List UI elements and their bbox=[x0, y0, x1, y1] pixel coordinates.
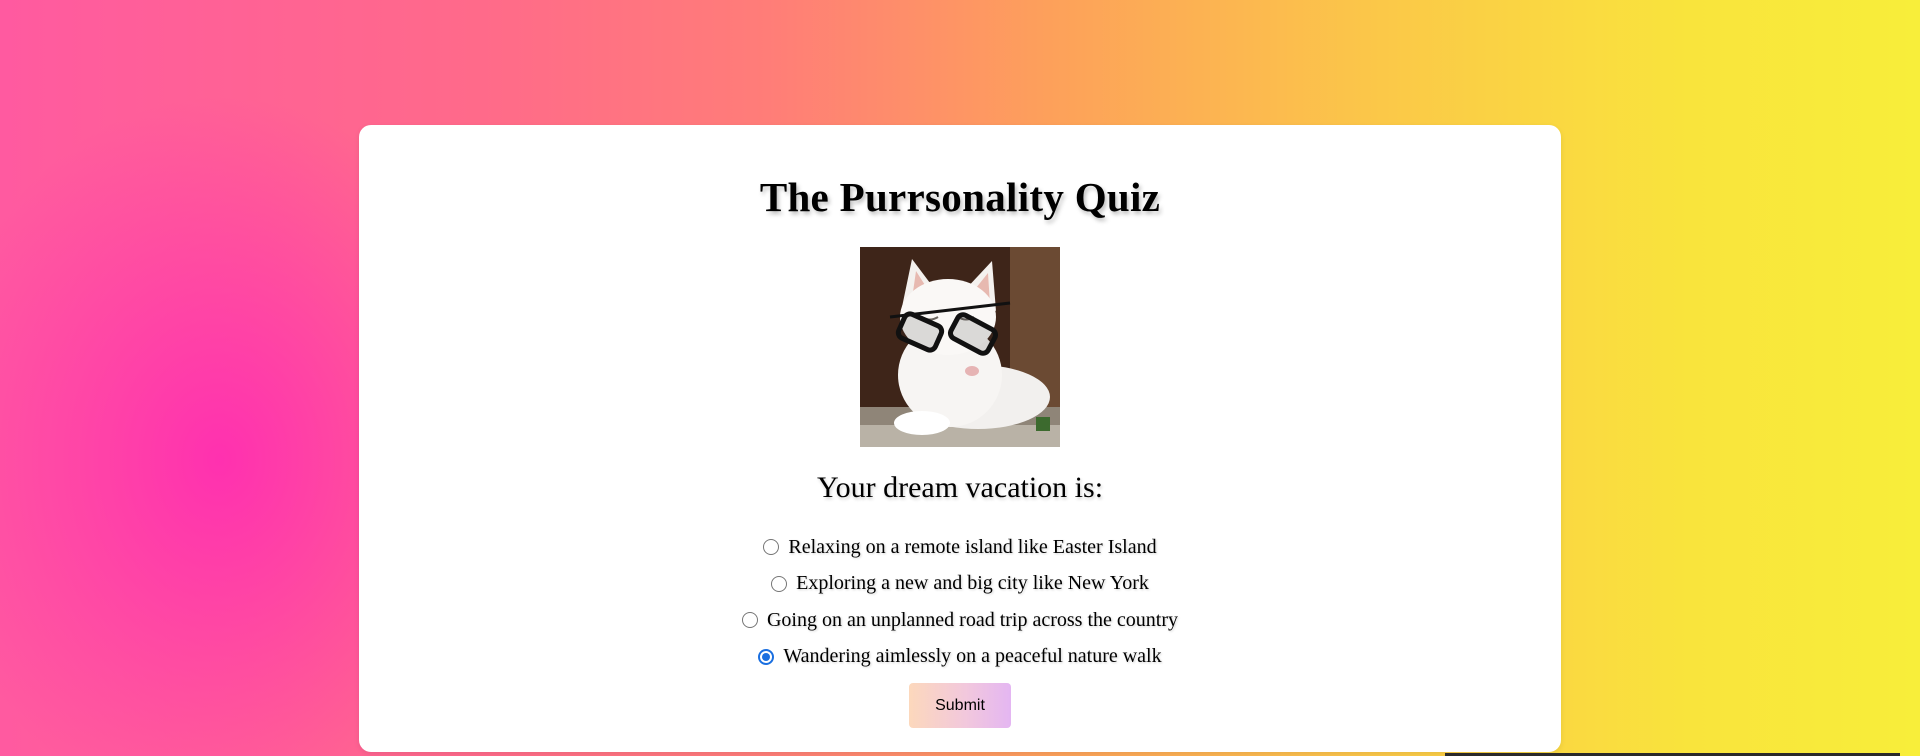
cat-with-glasses-picture bbox=[860, 247, 1060, 447]
submit-button[interactable]: Submit bbox=[909, 683, 1011, 728]
option-label: Relaxing on a remote island like Easter … bbox=[788, 535, 1157, 558]
option-new-york[interactable]: Exploring a new and big city like New Yo… bbox=[359, 566, 1561, 603]
option-label: Wandering aimlessly on a peaceful nature… bbox=[783, 645, 1162, 668]
radio-button[interactable] bbox=[763, 539, 780, 556]
option-label: Exploring a new and big city like New Yo… bbox=[796, 572, 1149, 595]
quiz-title: The Purrsonality Quiz bbox=[759, 174, 1161, 220]
option-road-trip[interactable]: Going on an unplanned road trip across t… bbox=[359, 602, 1561, 639]
question-text: Your dream vacation is: bbox=[816, 471, 1104, 504]
option-label: Going on an unplanned road trip across t… bbox=[766, 608, 1178, 631]
option-easter-island[interactable]: Relaxing on a remote island like Easter … bbox=[359, 529, 1561, 566]
answer-options: Relaxing on a remote island like Easter … bbox=[359, 529, 1561, 675]
radio-button-selected[interactable] bbox=[758, 648, 775, 665]
cat-image bbox=[860, 247, 1060, 447]
radio-button[interactable] bbox=[771, 575, 788, 592]
quiz-card: The Purrsonality Quiz Your dream vacatio… bbox=[359, 125, 1561, 752]
option-nature-walk[interactable]: Wandering aimlessly on a peaceful nature… bbox=[359, 639, 1561, 676]
radio-button[interactable] bbox=[741, 612, 758, 629]
